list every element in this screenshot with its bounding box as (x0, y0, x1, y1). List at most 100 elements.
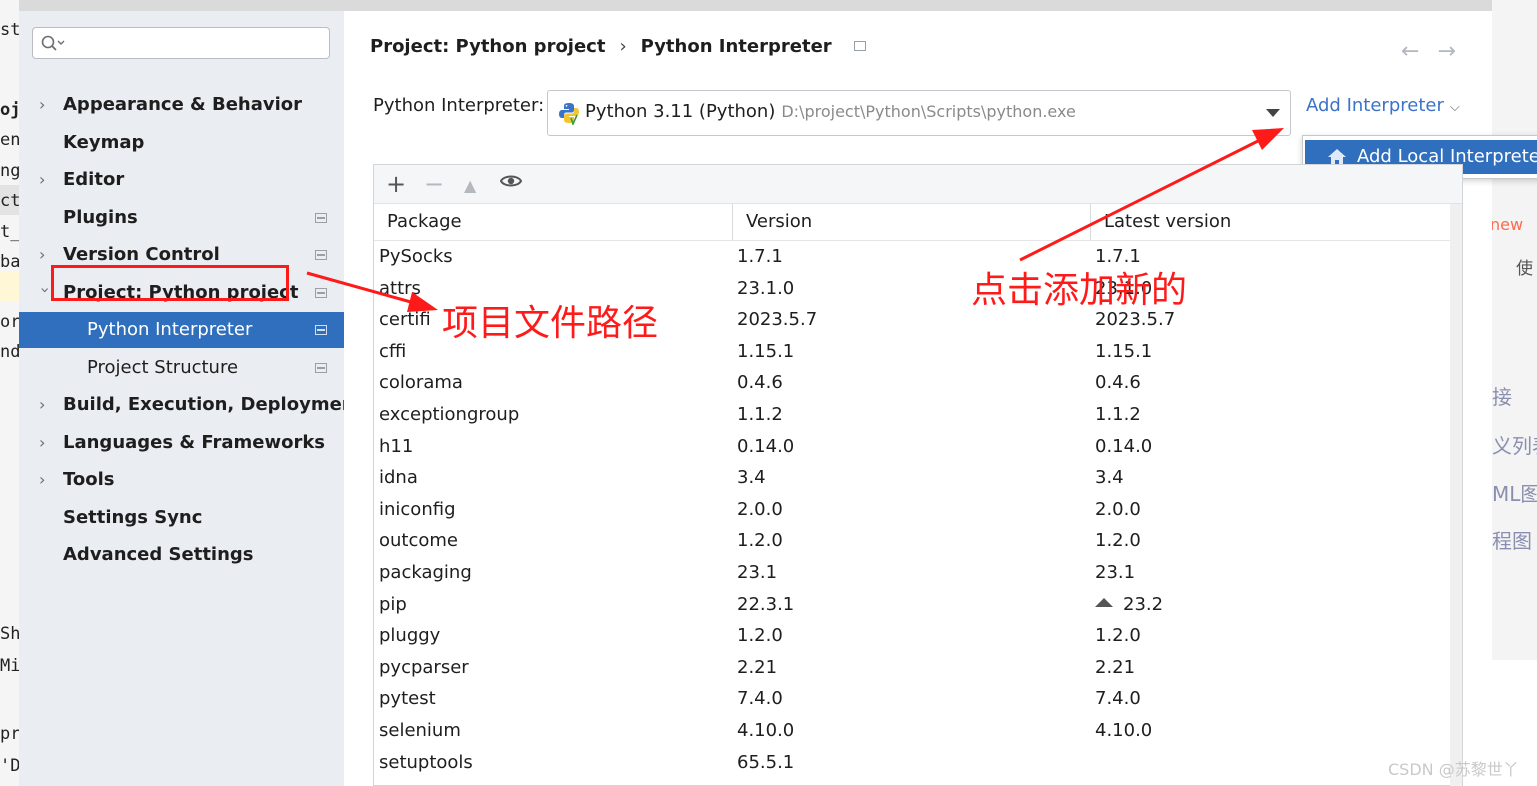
package-latest-version: 7.4.0 (1095, 683, 1141, 715)
package-name: PySocks (379, 246, 453, 267)
back-arrow-icon[interactable]: ← (1401, 39, 1437, 64)
package-name: outcome (379, 530, 458, 552)
sidebar-item-keymap[interactable]: Keymap (19, 125, 344, 161)
table-row[interactable]: iniconfig 2.0.0 2.0.0 (374, 494, 1450, 526)
bg-text: 接 (1492, 385, 1512, 409)
package-version: 23.1 (737, 561, 778, 583)
bg-text: ng (0, 161, 19, 181)
forward-arrow-icon[interactable]: → (1437, 39, 1473, 64)
project-scope-icon (315, 250, 327, 260)
table-row[interactable]: exceptiongroup 1.1.2 1.1.2 (374, 399, 1450, 431)
bg-text: ba (0, 252, 19, 272)
add-interpreter-link[interactable]: Add Interpreter ⌵ (1306, 95, 1460, 116)
packages-table-header: Package Version Latest version (374, 204, 1450, 241)
table-row[interactable]: idna 3.4 3.4 (374, 462, 1450, 494)
table-row[interactable]: setuptools 65.5.1 (374, 747, 1450, 779)
package-latest-version: 1.15.1 (1095, 336, 1152, 368)
sidebar-item-settings-sync[interactable]: Settings Sync (19, 500, 344, 536)
package-latest-version: 0.4.6 (1095, 367, 1141, 399)
table-row[interactable]: PySocks 1.7.1 1.7.1 (374, 241, 1450, 273)
package-name: iniconfig (379, 498, 456, 520)
sidebar-item-label: Settings Sync (63, 507, 203, 528)
breadcrumb-parent[interactable]: Project: Python project (370, 36, 605, 57)
project-scope-icon (315, 363, 327, 373)
sidebar-item-build[interactable]: › Build, Execution, Deployment (19, 387, 363, 423)
sidebar-item-plugins[interactable]: Plugins (19, 200, 344, 236)
table-row[interactable]: selenium 4.10.0 4.10.0 (374, 715, 1450, 747)
package-name: selenium (379, 719, 461, 741)
add-package-icon[interactable]: + (386, 169, 406, 199)
chevron-right-icon: › (39, 170, 46, 189)
package-version: 0.14.0 (737, 435, 795, 457)
column-header-version[interactable]: Version (732, 204, 1090, 240)
bg-text: 义列表 (1492, 434, 1537, 458)
package-version: 1.2.0 (737, 530, 783, 552)
breadcrumb-separator: › (619, 35, 627, 57)
table-row[interactable]: colorama 0.4.6 0.4.6 (374, 367, 1450, 399)
table-row[interactable]: pip 22.3.1 23.2 (374, 589, 1450, 621)
table-row[interactable]: h11 0.14.0 0.14.0 (374, 431, 1450, 463)
package-name: attrs (379, 277, 421, 299)
table-row[interactable]: packaging 23.1 23.1 (374, 557, 1450, 589)
sidebar-item-label: Plugins (63, 207, 138, 228)
latest-version-value: 3.4 (1095, 467, 1124, 489)
latest-version-value: 23.1 (1095, 561, 1136, 583)
remove-package-icon[interactable]: − (424, 169, 444, 199)
project-scope-icon (315, 288, 327, 298)
latest-version-value: 23.2 (1123, 593, 1164, 615)
package-name: colorama (379, 372, 463, 394)
bg-text: eni (0, 130, 19, 150)
add-interpreter-label: Add Interpreter (1306, 95, 1444, 116)
package-latest-version: 2.0.0 (1095, 494, 1141, 526)
package-latest-version: 1.2.0 (1095, 620, 1141, 652)
package-name: setuptools (379, 751, 473, 773)
bg-text: oje (0, 100, 19, 120)
sidebar-item-appearance[interactable]: › Appearance & Behavior (19, 87, 344, 123)
sidebar-item-advanced[interactable]: Advanced Settings (19, 537, 344, 573)
package-name: pycparser (379, 656, 469, 678)
package-latest-version: 23.1 (1095, 557, 1135, 589)
packages-panel: + − ▲ Package Version Latest version PyS… (373, 164, 1463, 786)
bg-text: nd (0, 342, 19, 362)
package-latest-version: 1.1.2 (1095, 399, 1141, 431)
sidebar-item-project-structure[interactable]: Project Structure (19, 350, 344, 386)
table-row[interactable]: pluggy 1.2.0 1.2.0 (374, 620, 1450, 652)
bg-text: ora (0, 312, 19, 332)
background-strip (1492, 0, 1537, 660)
package-latest-version: 2.21 (1095, 652, 1135, 684)
eye-icon[interactable] (500, 173, 522, 189)
sidebar-item-label: Languages & Frameworks (63, 432, 326, 453)
dropdown-arrow-icon[interactable] (1266, 109, 1280, 117)
sidebar-item-label: Python Interpreter (87, 319, 253, 340)
sidebar-item-tools[interactable]: › Tools (19, 462, 344, 498)
sidebar-item-python-interpreter[interactable]: Python Interpreter (19, 312, 344, 348)
search-field[interactable] (32, 27, 330, 59)
column-header-package[interactable]: Package (374, 204, 732, 240)
bg-text: new (1492, 215, 1524, 234)
chevron-right-icon: › (39, 95, 46, 114)
sidebar-item-editor[interactable]: › Editor (19, 162, 344, 198)
project-scope-icon (315, 325, 327, 335)
bg-text: cti (0, 191, 19, 211)
latest-version-value: 1.15.1 (1095, 340, 1153, 362)
bg-text: 使 (1516, 259, 1533, 279)
interpreter-label: Python Interpreter: (373, 95, 545, 116)
chevron-right-icon: › (39, 433, 46, 452)
chevron-right-icon: › (39, 245, 46, 264)
bg-text: ML图 (1492, 482, 1537, 506)
sidebar-item-languages[interactable]: › Languages & Frameworks (19, 425, 344, 461)
package-version: 2.0.0 (737, 498, 783, 520)
upgrade-package-icon[interactable]: ▲ (464, 171, 476, 201)
latest-version-value: 4.10.0 (1095, 719, 1153, 741)
column-header-latest[interactable]: Latest version (1090, 204, 1450, 240)
interpreter-select[interactable]: Python 3.11 (Python) D:\project\Python\Sc… (547, 90, 1291, 136)
bg-text: 程图 (1492, 529, 1532, 553)
table-row[interactable]: outcome 1.2.0 1.2.0 (374, 525, 1450, 557)
package-version: 1.15.1 (737, 340, 795, 362)
sidebar-item-label: Editor (63, 169, 125, 190)
package-version: 7.4.0 (737, 688, 783, 710)
table-scrollbar[interactable] (1450, 204, 1462, 786)
interpreter-value: Python 3.11 (Python) D:\project\Python\Sc… (585, 101, 1076, 122)
table-row[interactable]: pytest 7.4.0 7.4.0 (374, 683, 1450, 715)
table-row[interactable]: pycparser 2.21 2.21 (374, 652, 1450, 684)
